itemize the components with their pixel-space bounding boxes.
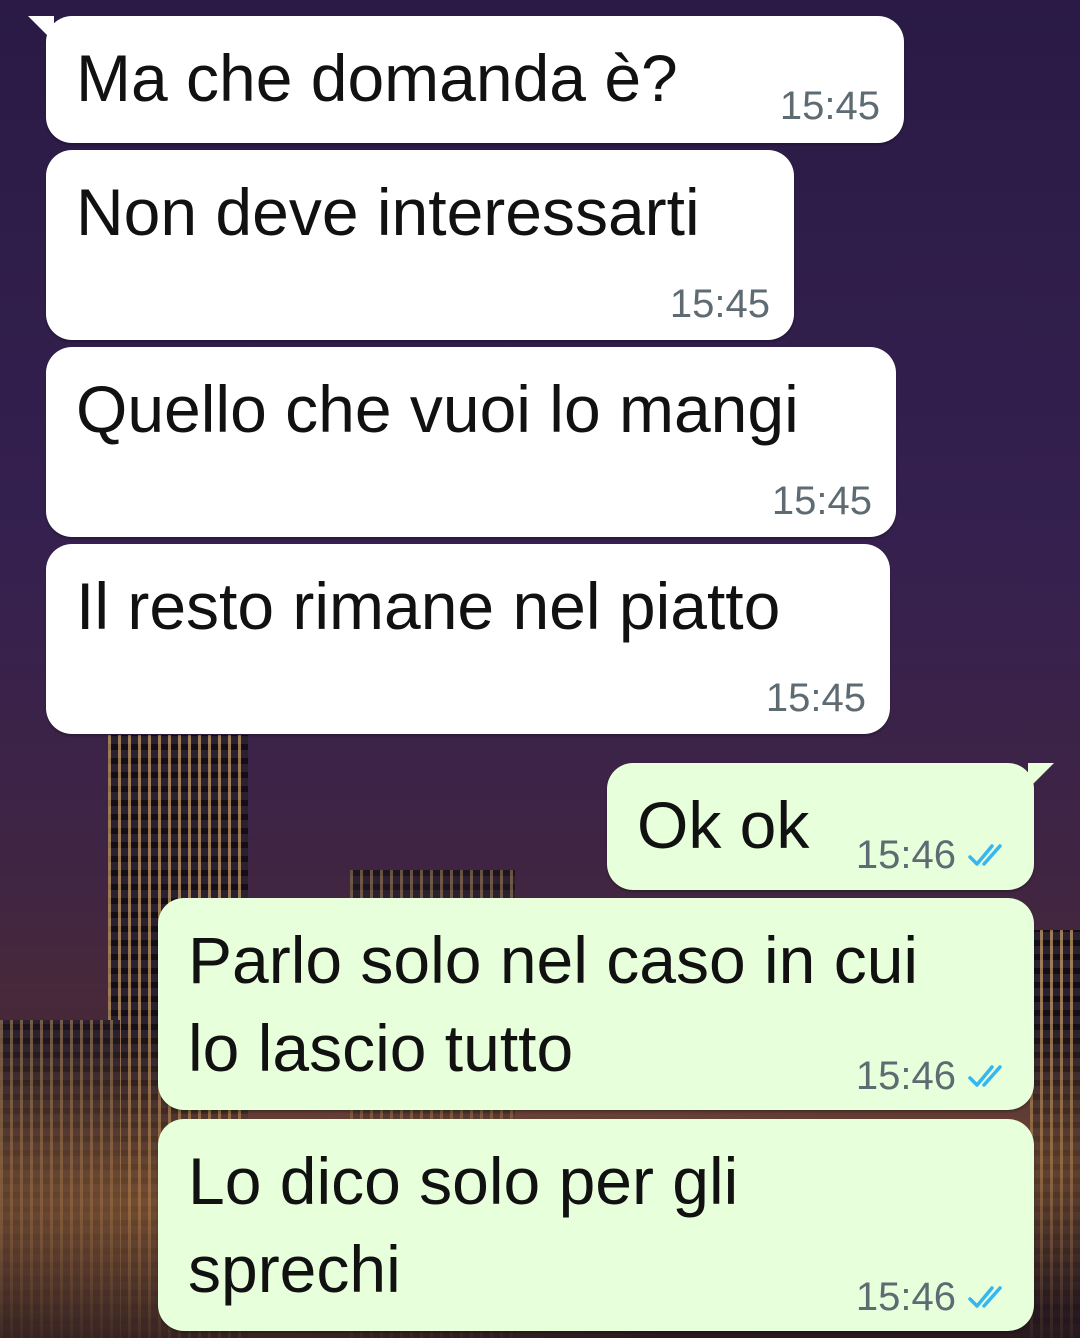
double-check-icon xyxy=(968,844,1002,866)
message-text: Il resto rimane nel piatto xyxy=(76,569,781,643)
message-text-line-2: lo lascio tutto xyxy=(188,1011,574,1085)
message-text: Non deve interessarti xyxy=(76,175,700,249)
double-check-icon xyxy=(968,1286,1002,1308)
incoming-message[interactable]: Non deve interessarti 15:45 xyxy=(46,150,794,340)
outgoing-message[interactable]: Parlo solo nel caso in cui lo lascio tut… xyxy=(158,898,1034,1110)
outgoing-message[interactable]: Ok ok 15:46 xyxy=(607,763,1054,890)
message-time: 15:46 xyxy=(855,833,956,877)
message-time: 15:45 xyxy=(669,282,770,326)
message-time: 15:46 xyxy=(855,1275,956,1319)
message-meta: 15:46 xyxy=(856,1275,1010,1319)
message-time: 15:45 xyxy=(765,676,866,720)
incoming-message[interactable]: Quello che vuoi lo mangi 15:45 xyxy=(46,347,896,537)
message-text: Lo dico solo per gli xyxy=(188,1144,739,1218)
message-time: 15:45 xyxy=(771,479,872,523)
message-time: 15:45 xyxy=(779,84,880,128)
incoming-message[interactable]: Il resto rimane nel piatto 15:45 xyxy=(46,544,890,734)
incoming-message[interactable]: Ma che domanda è? 15:45 xyxy=(28,16,904,143)
message-text: Quello che vuoi lo mangi xyxy=(76,372,799,446)
message-meta: 15:46 xyxy=(856,1054,1010,1098)
message-text: Ok ok xyxy=(637,788,810,862)
message-meta: 15:46 xyxy=(856,833,1010,877)
message-text: Parlo solo nel caso in cui xyxy=(188,923,919,997)
message-time: 15:46 xyxy=(855,1054,956,1098)
message-text: Ma che domanda è? xyxy=(76,41,678,115)
message-text-line-2: sprechi xyxy=(188,1232,401,1306)
outgoing-message[interactable]: Lo dico solo per gli sprechi 15:46 xyxy=(158,1119,1034,1331)
double-check-icon xyxy=(968,1065,1002,1087)
